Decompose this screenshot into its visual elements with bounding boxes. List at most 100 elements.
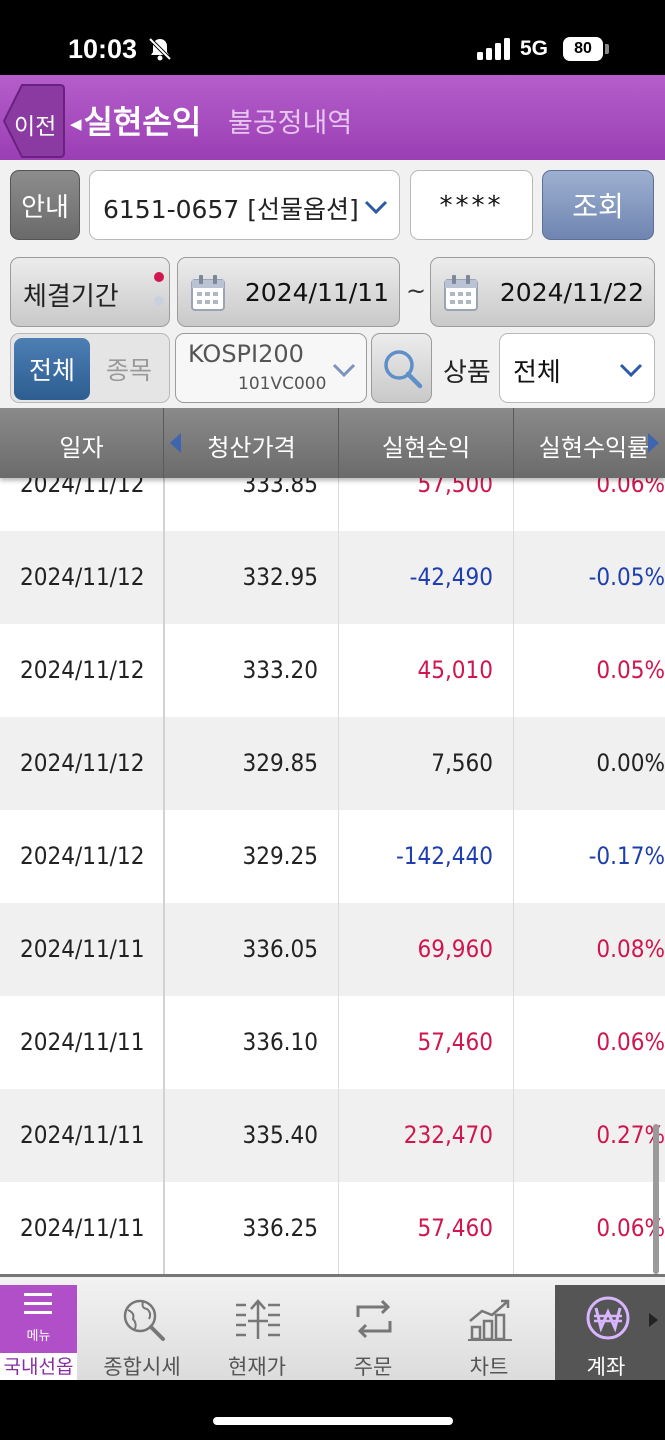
column-header-rate: 실현수익률 xyxy=(538,434,650,462)
cell-pnl: -142,440 xyxy=(395,842,493,870)
guide-button[interactable]: 안내 xyxy=(10,170,80,240)
nav-label: 차트 xyxy=(469,1355,509,1379)
nav-label: 주문 xyxy=(353,1355,393,1379)
cell-rate: 0.05% xyxy=(596,656,665,684)
table-body: 2024/11/12 333.85 57,500 0.06% 2024/11/12 332… xyxy=(0,438,665,1274)
back-button[interactable]: 이전 xyxy=(0,83,66,159)
column-divider xyxy=(163,408,165,1274)
table-row[interactable]: 2024/11/12 329.25 -142,440 -0.17% xyxy=(0,810,665,903)
menu-button[interactable]: 메뉴 국내선옵 xyxy=(0,1285,77,1383)
chevron-down-icon xyxy=(364,200,388,215)
cell-rate: -0.05% xyxy=(588,563,665,591)
account-value: 6151-0657 [선물옵션] xyxy=(103,195,359,224)
pnl-table[interactable]: 일자 청산가격 실현손익 실현수익률 2024/11/12 333.85 57,50… xyxy=(0,408,665,1274)
symbol-name: KOSPI200 xyxy=(188,340,304,368)
password-field[interactable]: **** xyxy=(410,170,533,240)
chart-icon xyxy=(468,1299,512,1341)
cell-pnl: 69,960 xyxy=(417,935,493,963)
bell-off-icon xyxy=(148,37,172,61)
tab-unfair-history[interactable]: 불공정내역 xyxy=(228,101,352,140)
page-title-text: 실현손익 xyxy=(83,103,202,141)
password-value: **** xyxy=(439,191,504,221)
cell-price: 333.20 xyxy=(242,656,318,684)
menu-text: 메뉴 xyxy=(26,1329,51,1344)
network-type: 5G xyxy=(520,37,549,60)
cell-price: 335.40 xyxy=(242,1121,318,1149)
query-button[interactable]: 조회 xyxy=(542,170,654,240)
table-scrollbar[interactable] xyxy=(653,1124,659,1274)
chevron-down-icon xyxy=(332,363,356,378)
chevron-down-icon xyxy=(619,363,643,378)
home-area xyxy=(0,1380,665,1440)
cell-price: 336.10 xyxy=(242,1028,318,1056)
title-marker-icon: ◀ xyxy=(70,115,82,133)
order-swap-icon xyxy=(356,1299,392,1339)
page-dot-inactive xyxy=(154,296,164,306)
cell-date: 2024/11/12 xyxy=(20,842,145,870)
table-row[interactable]: 2024/11/12 333.20 45,010 0.05% xyxy=(0,624,665,717)
calendar-icon xyxy=(191,275,225,311)
nav-order[interactable]: 주문 xyxy=(318,1287,428,1381)
segment-all[interactable]: 전체 xyxy=(14,338,90,400)
signal-icon xyxy=(477,38,510,60)
calendar-icon xyxy=(444,275,478,311)
battery-tip xyxy=(605,44,609,54)
column-header-date: 일자 xyxy=(59,434,104,462)
table-row[interactable]: 2024/11/12 332.95 -42,490 -0.05% xyxy=(0,531,665,624)
cell-date: 2024/11/12 xyxy=(20,563,145,591)
nav-label: 계좌 xyxy=(586,1355,626,1379)
symbol-search-button[interactable] xyxy=(371,333,432,403)
cell-price: 332.95 xyxy=(242,563,318,591)
period-toggle[interactable]: 체결기간 xyxy=(10,257,170,327)
menu-label: 국내선옵 xyxy=(0,1353,77,1381)
account-select[interactable]: 6151-0657 [선물옵션] xyxy=(89,170,400,240)
period-label: 체결기간 xyxy=(23,282,119,312)
table-row[interactable]: 2024/11/11 335.40 232,470 0.27% xyxy=(0,1089,665,1182)
price-list-icon xyxy=(236,1299,280,1339)
nav-more-arrow-icon[interactable] xyxy=(649,1313,658,1327)
cell-rate: 0.08% xyxy=(596,935,665,963)
nav-account[interactable]: 계좌 xyxy=(555,1285,665,1383)
segment-item[interactable]: 종목 xyxy=(91,338,167,400)
cell-date: 2024/11/11 xyxy=(20,1028,145,1056)
page-title: ◀실현손익 xyxy=(70,97,201,143)
query-form: 안내 6151-0657 [선물옵션] **** 조회 체결기간 2024/11… xyxy=(0,160,665,408)
table-row[interactable]: 2024/11/11 336.25 57,460 0.06% xyxy=(0,1182,665,1274)
cell-price: 336.05 xyxy=(242,935,318,963)
product-label: 상품 xyxy=(443,358,491,388)
cell-pnl: 232,470 xyxy=(403,1121,493,1149)
page-dot-active xyxy=(154,272,164,282)
start-date-field[interactable]: 2024/11/11 xyxy=(177,257,400,327)
symbol-code: 101VC000 xyxy=(238,374,327,394)
home-indicator[interactable] xyxy=(213,1417,453,1425)
table-row[interactable]: 2024/11/11 336.10 57,460 0.06% xyxy=(0,996,665,1089)
nav-label: 현재가 xyxy=(228,1355,286,1379)
cell-date: 2024/11/11 xyxy=(20,935,145,963)
cell-price: 329.25 xyxy=(242,842,318,870)
hamburger-icon xyxy=(24,1293,52,1314)
status-time: 10:03 xyxy=(68,34,138,64)
cell-rate: 0.00% xyxy=(596,749,665,777)
column-divider xyxy=(163,408,164,478)
product-select[interactable]: 전체 xyxy=(499,333,655,403)
cell-date: 2024/11/11 xyxy=(20,1121,145,1149)
table-row[interactable]: 2024/11/12 329.85 7,560 0.00% xyxy=(0,717,665,810)
nav-market-overview[interactable]: 종합시세 xyxy=(87,1287,197,1381)
symbol-select[interactable]: KOSPI200 101VC000 xyxy=(175,333,367,403)
cell-pnl: -42,490 xyxy=(409,563,493,591)
column-header-pnl: 실현손익 xyxy=(381,434,471,462)
table-row[interactable]: 2024/11/11 336.05 69,960 0.08% xyxy=(0,903,665,996)
cell-pnl: 57,460 xyxy=(417,1214,493,1242)
status-bar: 10:03 5G 80 xyxy=(0,0,665,75)
cell-price: 329.85 xyxy=(242,749,318,777)
column-divider xyxy=(513,408,514,1274)
nav-chart[interactable]: 차트 xyxy=(434,1287,544,1381)
cell-date: 2024/11/11 xyxy=(20,1214,145,1242)
cell-pnl: 45,010 xyxy=(417,656,493,684)
back-label: 이전 xyxy=(14,114,57,140)
column-divider xyxy=(338,408,339,1274)
scroll-right-icon[interactable] xyxy=(648,433,659,453)
table-header: 일자 청산가격 실현손익 실현수익률 xyxy=(0,408,665,478)
end-date-field[interactable]: 2024/11/22 xyxy=(430,257,655,327)
nav-current-price[interactable]: 현재가 xyxy=(202,1287,312,1381)
